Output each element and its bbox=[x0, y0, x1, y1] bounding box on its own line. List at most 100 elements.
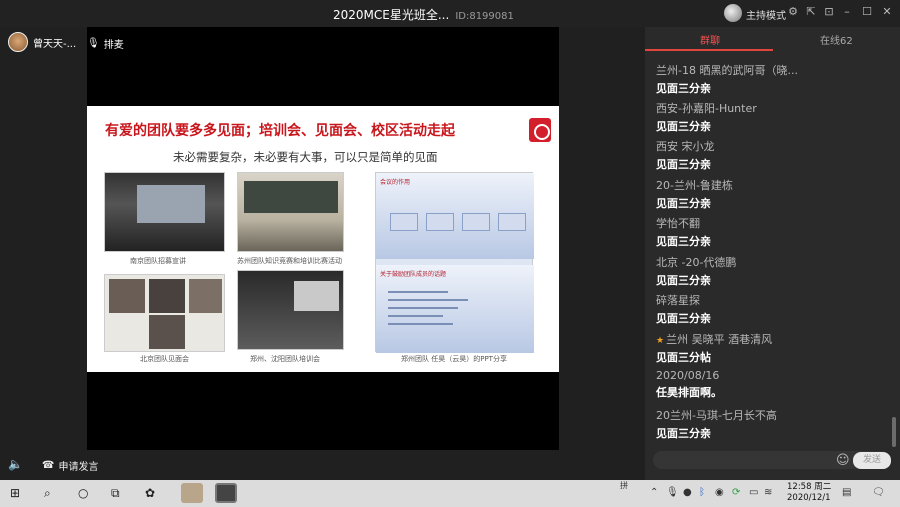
window-app-taskbar-icon[interactable] bbox=[215, 483, 237, 503]
sync-icon[interactable]: ⟳ bbox=[732, 487, 740, 498]
wifi-icon[interactable]: ≋ bbox=[764, 487, 772, 498]
speaker-avatar bbox=[8, 32, 28, 52]
chat-message: 西安 宋小龙 见面三分亲 bbox=[656, 138, 715, 172]
chat-message: 兰州-18 晒黑的武阿哥（晓... 见面三分亲 bbox=[656, 62, 798, 96]
clock-date: 2020/12/1 bbox=[787, 493, 831, 503]
chat-message: 2020/08/16 任昊排面啊。 bbox=[656, 369, 722, 400]
apply-speak-button[interactable]: ☎ 申请发言 bbox=[42, 458, 98, 473]
pin-icon[interactable]: ⊡ bbox=[822, 5, 836, 19]
slide-ppt-preview: 会议的作用 关于鼓励团队成员的话题 bbox=[375, 172, 534, 353]
message-text: 见面三分亲 bbox=[656, 274, 711, 287]
message-sender: 2020/08/16 bbox=[656, 369, 720, 382]
message-sender: 兰州-18 晒黑的武阿哥（晓... bbox=[656, 64, 798, 77]
message-sender: 20-兰州-鲁建栋 bbox=[656, 179, 733, 192]
ppt-panel-header: 会议的作用 bbox=[380, 179, 411, 186]
message-sender: ★ 兰州 吴晓平 酒巷清风 bbox=[656, 333, 773, 346]
slide-photo-nanjing bbox=[104, 172, 225, 252]
star-icon: ★ bbox=[656, 336, 665, 346]
message-text: 见面三分亲 bbox=[656, 120, 711, 133]
message-text: 见面三分亲 bbox=[656, 235, 711, 248]
slide-caption: 南京团队招募宣讲 bbox=[130, 257, 186, 265]
minimize-icon[interactable]: – bbox=[840, 5, 854, 19]
popout-icon[interactable]: ⇱ bbox=[804, 5, 818, 19]
tray-expand-icon[interactable]: ⌃ bbox=[650, 487, 658, 498]
emoji-icon[interactable]: ☺ bbox=[836, 453, 850, 468]
host-avatar[interactable] bbox=[724, 4, 742, 22]
tab-group-chat[interactable]: 群聊 bbox=[700, 32, 720, 47]
task-view-icon[interactable]: ⧉ bbox=[111, 486, 120, 501]
clock-time: 12:58 周二 bbox=[787, 482, 832, 492]
room-id: ID:8199081 bbox=[455, 11, 514, 22]
slide-photo-zhengzhou bbox=[237, 270, 344, 350]
ime-label: 拼 bbox=[620, 481, 628, 490]
message-text: 见面三分亲 bbox=[656, 312, 711, 325]
notes-icon[interactable]: ▤ bbox=[842, 487, 851, 498]
ime-indicator[interactable]: 拼 bbox=[620, 480, 628, 491]
taskbar-clock[interactable]: 12:58 周二 2020/12/1 bbox=[787, 482, 831, 504]
message-sender: 20兰州-马琪-七月长不高 bbox=[656, 409, 777, 422]
mic-tray-icon[interactable]: 🎙 bbox=[666, 487, 679, 498]
message-sender: 西安 宋小龙 bbox=[656, 140, 715, 153]
slide-caption: 苏州团队知识竞赛和培训比赛活动 bbox=[237, 257, 342, 265]
brand-logo-icon bbox=[529, 118, 551, 142]
message-text: 见面三分亲 bbox=[656, 158, 711, 171]
chat-message: 20兰州-马琪-七月长不高 见面三分亲 bbox=[656, 407, 777, 441]
window-title: 2020MCE星光班全... ID:8199081 bbox=[333, 6, 514, 23]
apply-speak-label: 申请发言 bbox=[58, 462, 99, 473]
message-text: 任昊排面啊。 bbox=[656, 386, 722, 399]
live-classroom-window: 2020MCE星光班全... ID:8199081 主持模式 ⚙ ⇱ ⊡ – ☐ … bbox=[0, 0, 900, 480]
chat-tabs: 群聊 在线62 bbox=[645, 27, 900, 51]
chat-message: 北京 -20-代德鹏 见面三分亲 bbox=[656, 254, 736, 288]
bluetooth-icon[interactable]: ᛒ bbox=[699, 487, 705, 498]
slide-photo-suzhou bbox=[237, 172, 344, 252]
presentation-slide: 有爱的团队要多多见面；培训会、见面会、校区活动走起 未必需要复杂，未必要有大事，… bbox=[87, 106, 559, 372]
notification-icon[interactable]: 🗨 bbox=[872, 487, 885, 498]
settings-icon[interactable]: ⚙ bbox=[786, 5, 800, 19]
app-launcher-icon[interactable]: ✿ bbox=[145, 486, 155, 500]
message-sender: 北京 -20-代德鹏 bbox=[656, 256, 737, 269]
slide-photo-beijing bbox=[104, 274, 225, 352]
host-mode-label[interactable]: 主持模式 bbox=[746, 7, 786, 22]
message-sender: 西安-孙嘉阳-Hunter bbox=[656, 102, 757, 115]
mic-icon: 🎙 bbox=[87, 38, 100, 49]
queue-button[interactable]: 🎙 排麦 bbox=[87, 36, 124, 51]
windows-start-icon[interactable]: ⊞ bbox=[10, 486, 20, 500]
message-text: 见面三分帖 bbox=[656, 351, 711, 364]
tab-online-users[interactable]: 在线62 bbox=[820, 32, 853, 47]
title-bar: 2020MCE星光班全... ID:8199081 主持模式 ⚙ ⇱ ⊡ – ☐ … bbox=[0, 0, 900, 27]
message-sender: 碎落星探 bbox=[656, 294, 700, 307]
active-tab-indicator bbox=[645, 49, 773, 51]
close-icon[interactable]: ✕ bbox=[880, 5, 894, 19]
phone-icon: ☎ bbox=[42, 460, 55, 471]
volume-icon[interactable]: 🔈 bbox=[8, 457, 23, 471]
network-icon[interactable]: ◉ bbox=[715, 487, 724, 498]
windows-taskbar: ⊞ ⌕ ○ ⧉ ✿ ⌃ 🎙 ● ᛒ ◉ ⟳ ▭ ≋ 12:58 周二 2020/… bbox=[0, 480, 900, 507]
message-sender: 学怡不翻 bbox=[656, 217, 700, 230]
chat-message: ★ 兰州 吴晓平 酒巷清风 见面三分帖 bbox=[656, 331, 772, 365]
live-app-taskbar-icon[interactable] bbox=[181, 483, 203, 503]
cortana-icon[interactable]: ○ bbox=[78, 486, 88, 500]
message-text: 见面三分亲 bbox=[656, 197, 711, 210]
slide-caption: 郑州、沈阳团队培训会 bbox=[250, 355, 320, 363]
speaker-badge[interactable]: 曾天天-... bbox=[8, 32, 76, 52]
chat-message: 碎落星探 见面三分亲 bbox=[656, 292, 711, 326]
message-text: 见面三分亲 bbox=[656, 82, 711, 95]
app-tray-icon[interactable]: ● bbox=[683, 487, 692, 498]
chat-scrollbar[interactable] bbox=[892, 417, 896, 447]
chat-message: 西安-孙嘉阳-Hunter 见面三分亲 bbox=[656, 100, 757, 134]
message-text: 见面三分亲 bbox=[656, 427, 711, 440]
speaker-name: 曾天天-... bbox=[33, 38, 77, 50]
slide-subtitle: 未必需要复杂，未必要有大事，可以只是简单的见面 bbox=[173, 150, 438, 164]
slide-caption: 郑州团队 任昊（云昊）的PPT分享 bbox=[401, 355, 507, 363]
display-icon[interactable]: ▭ bbox=[749, 487, 758, 498]
chat-panel: 群聊 在线62 兰州-18 晒黑的武阿哥（晓... 见面三分亲 西安-孙嘉阳-H… bbox=[645, 27, 900, 480]
room-title: 2020MCE星光班全... bbox=[333, 8, 450, 22]
chat-message: 学怡不翻 见面三分亲 bbox=[656, 215, 711, 249]
queue-label: 排麦 bbox=[103, 40, 124, 51]
search-icon[interactable]: ⌕ bbox=[44, 486, 51, 501]
slide-title: 有爱的团队要多多见面；培训会、见面会、校区活动走起 bbox=[105, 123, 455, 139]
send-button[interactable]: 发送 bbox=[853, 452, 891, 469]
chat-message: 20-兰州-鲁建栋 见面三分亲 bbox=[656, 177, 733, 211]
maximize-icon[interactable]: ☐ bbox=[860, 5, 874, 19]
ppt-panel-header: 关于鼓励团队成员的话题 bbox=[380, 271, 447, 278]
